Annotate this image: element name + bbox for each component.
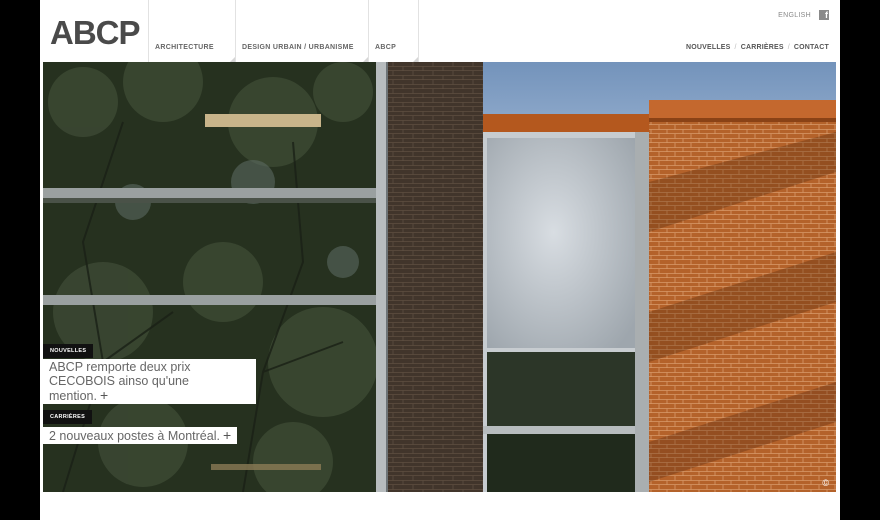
facebook-icon[interactable]: f <box>819 10 829 20</box>
news-card[interactable]: ABCP remporte deux prix CECOBOIS ainso q… <box>43 359 256 404</box>
link-careers[interactable]: CARRIÈRES <box>741 44 784 51</box>
careers-text: 2 nouveaux postes à Montréal. <box>49 429 220 443</box>
top-links: NOUVELLES / CARRIÈRES / CONTACT <box>686 44 829 51</box>
nav-abcp[interactable]: ABCP <box>368 0 419 62</box>
news-tag[interactable]: NOUVELLES <box>43 344 94 358</box>
nav-architecture-label: ARCHITECTURE <box>155 44 214 51</box>
nav-urban-design-label: DESIGN URBAIN / URBANISME <box>242 44 354 51</box>
nav-architecture[interactable]: ARCHITECTURE <box>148 0 235 62</box>
link-contact[interactable]: CONTACT <box>794 44 829 51</box>
page: ABCP ARCHITECTURE DESIGN URBAIN / URBANI… <box>40 0 840 520</box>
logo[interactable]: ABCP <box>50 14 144 48</box>
main-nav: ARCHITECTURE DESIGN URBAIN / URBANISME A… <box>148 0 419 62</box>
separator: / <box>787 44 790 51</box>
copyright-icon[interactable]: © <box>822 478 829 488</box>
hero-banner: NOUVELLES ABCP remporte deux prix CECOBO… <box>43 62 836 492</box>
separator: / <box>734 44 737 51</box>
careers-card[interactable]: 2 nouveaux postes à Montréal. + <box>43 427 238 444</box>
svg-text:ABCP: ABCP <box>50 16 140 46</box>
nav-urban-design[interactable]: DESIGN URBAIN / URBANISME <box>235 0 368 62</box>
news-text: ABCP remporte deux prix CECOBOIS ainso q… <box>49 360 191 403</box>
plus-icon[interactable]: + <box>223 427 231 443</box>
nav-abcp-label: ABCP <box>375 44 397 51</box>
language-switch[interactable]: ENGLISH <box>778 12 811 19</box>
plus-icon[interactable]: + <box>100 387 108 403</box>
careers-tag[interactable]: CARRIÈRES <box>43 410 93 424</box>
link-news[interactable]: NOUVELLES <box>686 44 731 51</box>
logo-mark: ABCP <box>50 16 141 46</box>
